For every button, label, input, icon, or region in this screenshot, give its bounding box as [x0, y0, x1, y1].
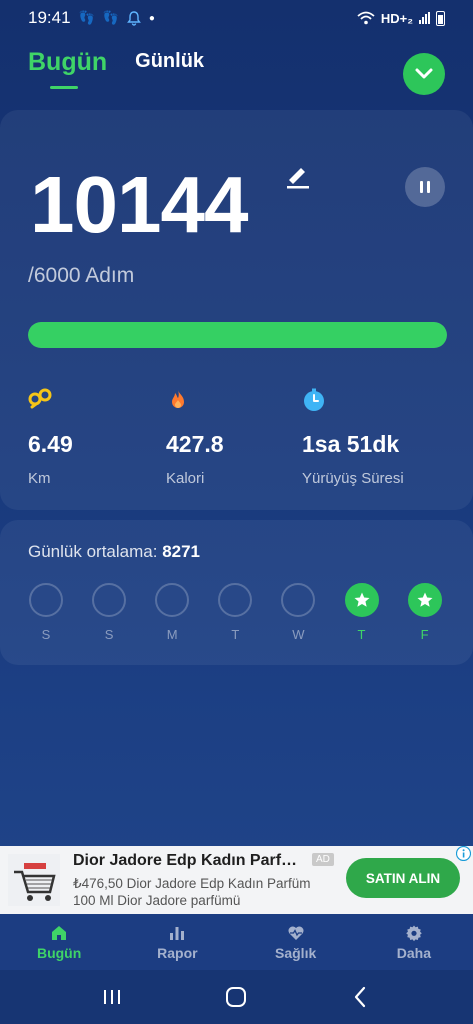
status-left: 19:41 👣 👣 ● — [28, 8, 155, 28]
timer-icon — [304, 388, 324, 411]
nav-health-label: Sağlık — [275, 944, 317, 961]
footsteps-notification-icon: 👣 — [78, 10, 95, 25]
day-progress-circle — [218, 583, 253, 617]
dropdown-button[interactable] — [403, 53, 445, 95]
star-icon — [417, 592, 433, 607]
stat-calories-label: Kalori — [166, 470, 205, 487]
back-icon[interactable] — [348, 984, 374, 1010]
home-icon — [52, 925, 67, 940]
progress-bar — [28, 322, 447, 348]
bell-icon — [127, 10, 141, 26]
nav-today-label: Bugün — [36, 944, 82, 961]
step-count: 10144 — [30, 160, 248, 249]
top-tabs: Bugün Günlük — [28, 48, 204, 89]
goal-reached-star-icon — [407, 583, 442, 617]
footsteps-notification-icon-2: 👣 — [102, 10, 119, 25]
nav-today[interactable]: Bugün — [0, 914, 118, 970]
stat-duration-label: Yürüyüş Süresi — [302, 470, 404, 487]
wifi-icon — [357, 11, 375, 25]
status-right: HD+₂ — [357, 10, 445, 26]
tab-today[interactable]: Bugün — [28, 48, 107, 89]
signal-icon — [419, 12, 430, 24]
stat-distance-label: Km — [28, 470, 51, 487]
ad-description[interactable]: ₺476,50 Dior Jadore Edp Kadın Parfüm 100… — [73, 875, 335, 911]
daily-average-label: Günlük ortalama: — [28, 542, 163, 561]
footprints-icon — [28, 388, 52, 409]
progress-fill — [28, 322, 447, 348]
week-day-0: S — [29, 583, 63, 642]
week-day-2: M — [155, 583, 190, 642]
day-progress-circle — [281, 583, 316, 617]
week-day-label: F — [420, 627, 429, 642]
system-nav-bar — [0, 970, 473, 1024]
ad-badge: AD — [312, 853, 334, 866]
week-day-label: S — [41, 627, 51, 642]
stat-duration: 1sa 51dk Yürüyüş Süresi — [302, 388, 404, 487]
stat-duration-value: 1sa 51dk — [302, 431, 400, 457]
battery-icon — [436, 10, 445, 26]
week-day-1: S — [92, 583, 127, 642]
week-day-5: T — [344, 583, 379, 642]
stat-distance-value: 6.49 — [28, 431, 73, 457]
week-day-label: T — [357, 627, 366, 642]
week-day-label: W — [292, 627, 305, 642]
recent-apps-icon[interactable] — [99, 984, 125, 1010]
stat-distance: 6.49 Km — [28, 388, 73, 487]
network-type: HD+₂ — [380, 10, 413, 26]
home-button-icon[interactable] — [223, 984, 249, 1010]
heart-pulse-icon — [288, 925, 304, 940]
nav-more-label: Daha — [396, 944, 431, 961]
day-progress-circle — [92, 583, 127, 617]
daily-average-value: 8271 — [162, 542, 201, 561]
goal-reached-star-icon — [344, 583, 379, 617]
chevron-down-icon — [415, 68, 433, 79]
bottom-nav: Bugün Rapor Sağlık Daha — [0, 914, 473, 970]
step-goal: /6000 Adım — [28, 264, 135, 287]
nav-report-label: Rapor — [157, 944, 198, 961]
tab-daily[interactable]: Günlük — [135, 50, 204, 89]
pause-icon — [420, 181, 423, 193]
pause-button[interactable] — [405, 167, 445, 207]
week-day-3: T — [218, 583, 253, 642]
week-day-4: W — [281, 583, 316, 642]
daily-average: Günlük ortalama: 8271 — [28, 542, 200, 562]
flame-icon — [172, 390, 184, 408]
week-day-label: M — [166, 627, 178, 642]
nav-report[interactable]: Rapor — [118, 914, 236, 970]
notification-dot-icon: ● — [148, 12, 155, 24]
stat-calories: 427.8 Kalori — [166, 388, 224, 487]
week-day-label: S — [104, 627, 114, 642]
info-icon[interactable] — [456, 846, 471, 861]
ad-banner[interactable]: Dior Jadore Edp Kadın Parfümü AD ₺476,50… — [0, 846, 473, 914]
stat-calories-value: 427.8 — [166, 431, 224, 457]
day-progress-circle — [155, 583, 190, 617]
status-time: 19:41 — [28, 8, 71, 27]
nav-more[interactable]: Daha — [355, 914, 473, 970]
status-bar: 19:41 👣 👣 ● HD+₂ — [0, 0, 473, 36]
ad-title[interactable]: Dior Jadore Edp Kadın Parfümü — [73, 852, 305, 870]
nav-health[interactable]: Sağlık — [237, 914, 355, 970]
bar-chart-icon — [170, 926, 185, 940]
edit-icon[interactable] — [284, 162, 312, 190]
star-icon — [354, 592, 369, 607]
day-progress-circle — [29, 583, 63, 617]
week-day-label: T — [231, 627, 240, 642]
ad-buy-button[interactable]: SATIN ALIN — [346, 858, 460, 898]
week-day-6: F — [407, 583, 442, 642]
shopping-cart-logo-icon — [8, 854, 60, 906]
gear-icon — [406, 925, 422, 941]
